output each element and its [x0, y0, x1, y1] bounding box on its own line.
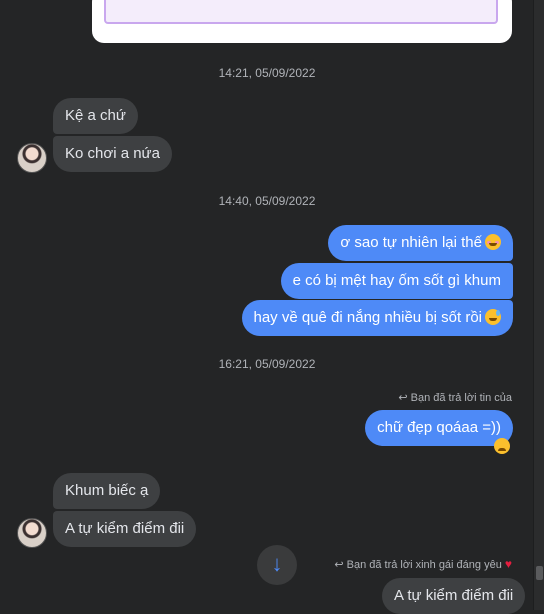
message-text: hay về quê đi nắng nhiều bị sốt rồi — [253, 309, 483, 326]
message-incoming[interactable]: Khum biếc ạ — [53, 473, 161, 509]
avatar[interactable] — [17, 143, 47, 173]
timestamp: 14:21, 05/09/2022 — [218, 66, 316, 80]
reply-note-text: Bạn đã trả lời xinh gái đáng yêu — [346, 559, 502, 571]
timestamp: 14:40, 05/09/2022 — [218, 194, 316, 208]
reply-note-text: Bạn đã trả lời tin của — [410, 392, 512, 404]
message-outgoing[interactable]: ơ sao tự nhiên lại thế — [328, 225, 513, 261]
scroll-to-bottom-button[interactable]: ↓ — [257, 545, 297, 585]
previous-message-preview — [104, 0, 498, 24]
scrollbar[interactable] — [533, 0, 544, 610]
message-text: ơ sao tự nhiên lại thế — [340, 234, 482, 251]
heart-icon: ♥ — [504, 557, 512, 571]
message-outgoing[interactable]: hay về quê đi nắng nhiều bị sốt rồi — [241, 300, 513, 336]
message-outgoing[interactable]: chữ đẹp qoáaa =)) — [365, 410, 513, 446]
message-outgoing[interactable]: e có bị mệt hay ốm sốt gì khum — [280, 263, 513, 299]
quoted-message[interactable]: A tự kiểm điểm đii — [382, 578, 526, 614]
chat-thread: 14:21, 05/09/2022 Kệ a chứ Ko chơi a nứa… — [0, 0, 534, 614]
message-incoming[interactable]: Kệ a chứ — [53, 98, 138, 134]
message-incoming[interactable]: A tự kiểm điểm đii — [53, 511, 197, 547]
scrollbar-thumb[interactable] — [536, 566, 543, 580]
reply-note: ↩ Bạn đã trả lời xinh gái đáng yêu ♥ — [334, 557, 512, 571]
sad-face-reaction-icon[interactable] — [494, 438, 510, 454]
reply-note: ↩ Bạn đã trả lời tin của — [398, 391, 512, 404]
timestamp: 16:21, 05/09/2022 — [218, 357, 316, 371]
avatar[interactable] — [17, 518, 47, 548]
reply-icon: ↩ — [334, 559, 344, 571]
reply-icon: ↩ — [398, 392, 408, 404]
previous-message-card[interactable] — [92, 0, 512, 43]
arrow-down-icon: ↓ — [271, 551, 283, 576]
grinning-sweat-emoji-icon — [485, 309, 501, 325]
message-incoming[interactable]: Ko chơi a nứa — [53, 136, 172, 172]
smiling-face-emoji-icon — [485, 234, 501, 250]
